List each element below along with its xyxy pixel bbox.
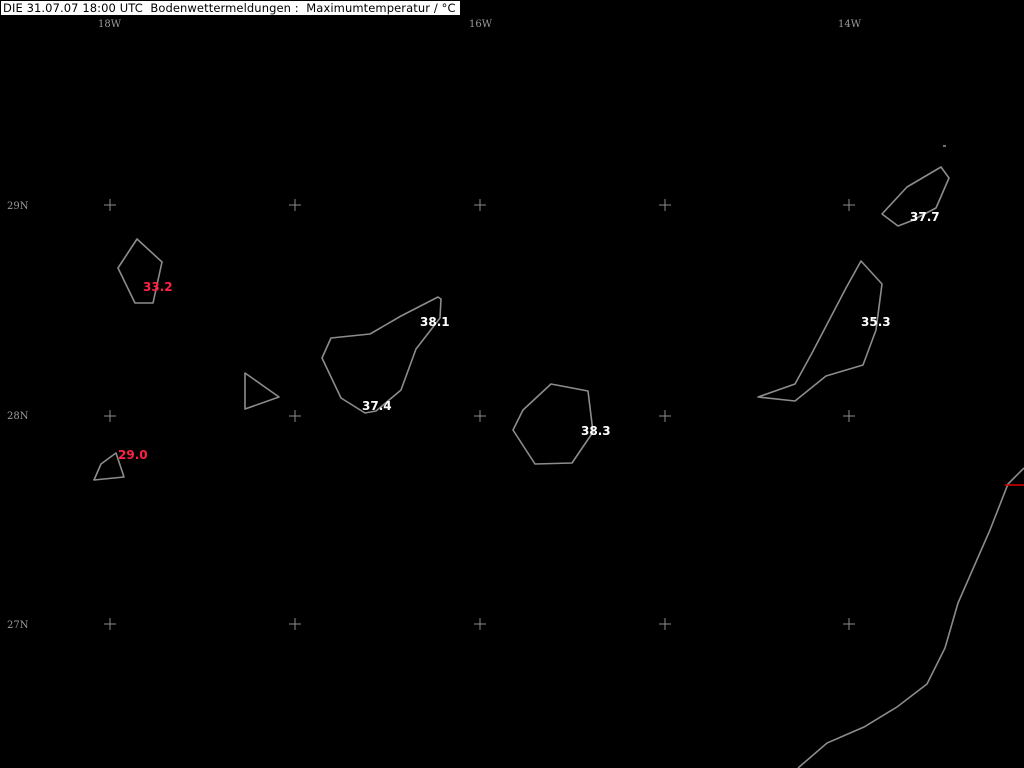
grid-cross xyxy=(104,410,116,422)
grid-cross xyxy=(474,199,486,211)
latitude-label-29n: 29N xyxy=(7,201,29,212)
longitude-label-16w: 16W xyxy=(469,19,493,30)
grid-cross xyxy=(843,410,855,422)
grid-crosses xyxy=(104,199,855,630)
station-value: 29.0 xyxy=(118,448,148,462)
grid-cross xyxy=(659,410,671,422)
latitude-label-27n: 27N xyxy=(7,620,29,631)
african-coastline xyxy=(797,467,1024,768)
grid-cross xyxy=(104,618,116,630)
grid-cross xyxy=(289,410,301,422)
grid-cross xyxy=(474,410,486,422)
island-la-gomera xyxy=(244,372,280,410)
grid-cross xyxy=(659,199,671,211)
latitude-label-28n: 28N xyxy=(7,411,29,422)
station-value: 37.4 xyxy=(362,399,392,413)
station-value: 33.2 xyxy=(143,280,173,294)
island-fuerteventura xyxy=(757,260,883,402)
grid-cross xyxy=(289,199,301,211)
grid-cross xyxy=(843,618,855,630)
longitude-label-14w: 14W xyxy=(838,19,862,30)
station-value: 37.7 xyxy=(910,210,940,224)
weather-map: DIE 31.07.07 18:00 UTC Bodenwettermeldun… xyxy=(0,0,1024,768)
grid-cross xyxy=(104,199,116,211)
grid-cross xyxy=(289,618,301,630)
longitude-label-18w: 18W xyxy=(98,19,122,30)
station-value: 38.3 xyxy=(581,424,611,438)
grid-cross xyxy=(843,199,855,211)
grid-cross xyxy=(659,618,671,630)
map-canvas: 18W 16W 14W 29N 28N 27N 33.2 29.0 38.1 3… xyxy=(7,19,1024,768)
station-value: 38.1 xyxy=(420,315,450,329)
grid-cross xyxy=(474,618,486,630)
station-value: 35.3 xyxy=(861,315,891,329)
